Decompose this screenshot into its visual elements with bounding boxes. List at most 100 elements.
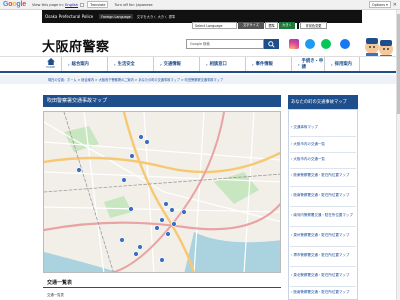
chevron-right-icon: ›	[68, 61, 70, 67]
chevron-right-icon: ›	[298, 61, 300, 67]
scrollbar-thumb[interactable]	[396, 14, 400, 114]
nav-item-traffic[interactable]: › 交通情報	[153, 57, 199, 71]
nav-item-label: 交通情報	[163, 62, 181, 67]
sidebar-item-label: 阪南警察署交通・駐在所位置マップ	[293, 193, 350, 197]
divider	[290, 246, 356, 247]
nav-item-label: 生活安全	[117, 62, 135, 67]
map-marker	[159, 217, 165, 223]
sidebar-item-label: 泉州警察署交通・駐在所位置マップ	[293, 233, 350, 237]
sidebar-title: あなたの町の交通事故マップ	[288, 95, 358, 109]
nav-item-incidents[interactable]: › 事件情報	[245, 57, 291, 71]
divider	[290, 206, 356, 207]
divider	[290, 186, 356, 187]
translate-button[interactable]: Translate	[87, 1, 109, 8]
divider	[290, 286, 356, 287]
police-markers	[76, 134, 187, 263]
nav-item-label: 採用案内	[334, 62, 352, 67]
color-swatch-icon[interactable]	[297, 22, 299, 29]
search-input[interactable]: Google 検索	[186, 39, 264, 49]
map-marker	[121, 177, 127, 183]
map-view[interactable]	[43, 111, 281, 273]
sidebar-item[interactable]: ›堺市警察署交通・駐在所位置マップ	[291, 253, 355, 257]
select-language-dropdown[interactable]: Select Language	[192, 22, 237, 29]
breadcrumb[interactable]: 現在の位置：ホーム > 総合案内 > 大阪府下警察署のご案内 > あなたの町の交…	[48, 77, 223, 82]
translate-bar: Google View this page in: English Transl…	[0, 0, 400, 10]
map-marker	[119, 237, 125, 243]
font-size-links[interactable]: 文字を大きく 大きく 標準	[137, 14, 175, 19]
language-link[interactable]: English	[65, 3, 78, 7]
map-marker	[76, 167, 82, 173]
map-marker	[159, 257, 165, 263]
font-size-label: 文字サイズ	[238, 22, 264, 29]
nav-item-label: 総合案内	[71, 62, 89, 67]
chevron-right-icon: ›	[160, 61, 162, 67]
nav-item-label: 相談窓口	[209, 62, 227, 67]
sidebar-item[interactable]: ›大阪市内の交通一覧	[291, 142, 355, 146]
map-marker	[129, 153, 135, 159]
instagram-icon[interactable]	[289, 39, 299, 49]
home-icon	[46, 58, 55, 65]
divider	[290, 226, 356, 227]
close-icon[interactable]: ✕	[393, 2, 397, 8]
font-standard-button[interactable]: 標準	[265, 22, 278, 29]
background-color-button[interactable]: 背景色変更	[300, 22, 327, 29]
twitter-icon[interactable]	[305, 39, 315, 49]
sidebar-item-label: 堺市警察署交通・駐在所位置マップ	[293, 253, 350, 257]
map-marker	[165, 231, 171, 237]
map-marker	[133, 251, 139, 257]
chevron-right-icon: ›	[114, 61, 116, 67]
map-marker	[181, 209, 187, 215]
foreign-language-button[interactable]: Foreign Language	[99, 14, 133, 19]
map-canvas[interactable]	[44, 112, 281, 273]
list-section-title: 交通一覧表	[43, 279, 281, 288]
divider	[290, 266, 356, 267]
nav-home[interactable]: HOME	[43, 56, 58, 71]
nav-item-recruitment[interactable]: › 採用案内	[324, 57, 360, 71]
sidebar-item-label: 大阪市内の交通一覧	[293, 157, 325, 161]
chevron-right-icon: ›	[206, 61, 208, 67]
sidebar-item-label: 阪南警察署交通・駐在所位置マップ	[293, 290, 350, 294]
map-marker	[171, 221, 177, 227]
sidebar-item-label: 大阪市内の交通一覧	[293, 142, 325, 146]
page-title: 吹田警察署交通事故マップ	[43, 95, 281, 107]
sidebar-item-label: 阪東警察署交通・駐在所位置マップ	[293, 173, 350, 177]
nav-item-general[interactable]: › 総合案内	[61, 57, 107, 71]
font-large-button[interactable]: 大きく	[279, 22, 295, 29]
map-marker	[138, 134, 144, 140]
map-marker	[154, 225, 160, 231]
sidebar-item[interactable]: ›阪東警察署交通・駐在所位置マップ	[291, 173, 355, 177]
sidebar-item[interactable]: ›阪南警察署交通・駐在所位置マップ	[291, 193, 355, 197]
nav-item-procedures[interactable]: › 手続き・申請	[291, 57, 324, 71]
sidebar-item[interactable]: ›大阪市内の交通一覧	[291, 157, 355, 161]
divider	[290, 136, 356, 137]
sidebar-item[interactable]: ›交通事故マップ	[291, 125, 355, 129]
sidebar-list	[288, 109, 358, 300]
divider	[290, 152, 356, 153]
map-marker	[137, 244, 143, 250]
chevron-right-icon: ›	[331, 61, 333, 67]
sidebar-item[interactable]: ›阪南警察署交通・駐在所位置マップ	[291, 290, 355, 294]
nav-item-safety[interactable]: › 生活安全	[107, 57, 153, 71]
sidebar-item-label: 泉北警察署交通・駐在所位置マップ	[293, 273, 350, 277]
site-logo[interactable]: 大阪府警察	[42, 36, 110, 55]
translate-prompt: View this page in: English	[32, 2, 85, 7]
map-marker	[163, 201, 169, 207]
site-name-en: Osaka Prefectural Police	[45, 14, 94, 19]
sidebar-item[interactable]: ›南河内警察署交通・駐在所位置マップ	[291, 213, 355, 217]
google-logo: Google	[3, 1, 26, 8]
language-dropdown-icon[interactable]	[80, 2, 85, 7]
nav-home-label: HOME	[46, 65, 55, 69]
turn-off-link[interactable]: Turn off for: Japanese	[114, 3, 152, 7]
nav-item-label: 事件情報	[255, 62, 273, 67]
facebook-icon[interactable]	[340, 39, 350, 49]
line-icon[interactable]	[321, 39, 331, 49]
nav-item-consultation[interactable]: › 相談窓口	[199, 57, 245, 71]
map-marker	[144, 139, 150, 145]
sidebar-item-label: 交通事故マップ	[293, 125, 318, 129]
sidebar-item[interactable]: ›泉州警察署交通・駐在所位置マップ	[291, 233, 355, 237]
options-button[interactable]: Options ▾	[368, 1, 391, 8]
sidebar-item[interactable]: ›泉北警察署交通・駐在所位置マップ	[291, 273, 355, 277]
chevron-right-icon: ›	[252, 61, 254, 67]
search-button[interactable]	[264, 39, 279, 49]
search-icon	[268, 40, 275, 48]
